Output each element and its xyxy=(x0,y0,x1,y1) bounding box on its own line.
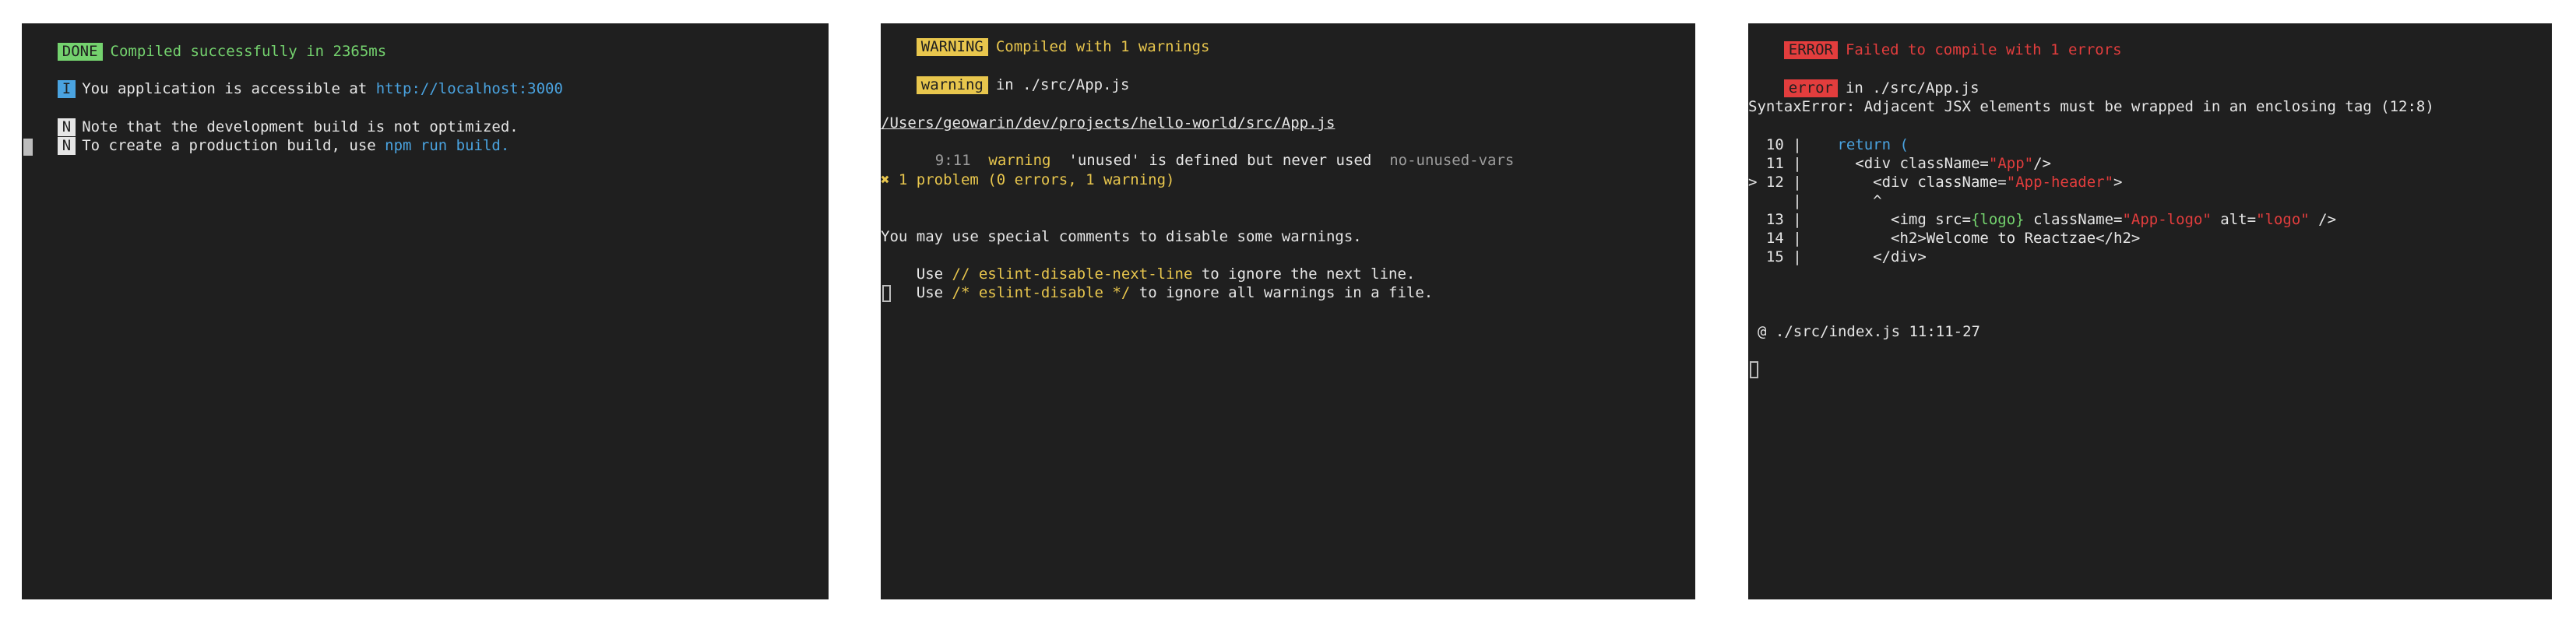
note-text-2-prefix: To create a production build, use xyxy=(82,137,385,154)
code-expression: {logo} xyxy=(1970,211,2025,228)
hint-line-1: You may use special comments to disable … xyxy=(881,228,1362,245)
warning-file-path[interactable]: /Users/geowarin/dev/projects/hello-world… xyxy=(881,114,1335,132)
success-message: Compiled successfully in 2365ms xyxy=(110,43,387,60)
code-text: alt= xyxy=(2211,211,2257,228)
code-string: "App" xyxy=(1988,155,2034,172)
code-text: </div> xyxy=(1873,248,1927,265)
code-string: "App-logo" xyxy=(2122,211,2212,228)
warning-position: 9:11 xyxy=(934,152,971,169)
code-line-11: 11 | <div className="App"/> xyxy=(1748,154,2051,173)
build-command: npm run build xyxy=(385,137,501,154)
code-text: /> xyxy=(2309,211,2337,228)
code-line-15: 15 | </div> xyxy=(1748,248,1927,266)
code-text: <div className= xyxy=(1873,174,2007,191)
error-location: @ ./src/index.js 11:11-27 xyxy=(1758,323,1980,340)
localhost-url-link[interactable]: http://localhost:3000 xyxy=(376,80,563,97)
note-text-2-suffix: . xyxy=(500,137,510,154)
warning-badge: WARNING xyxy=(916,38,988,56)
terminal-error-panel: ERROR Failed to compile with 1 errors err… xyxy=(1748,23,2552,599)
error-caret: ^ xyxy=(1873,192,1882,209)
code-line-12: > 12 | <div className="App-header"> xyxy=(1748,173,2122,192)
note-line-2: N To create a production build, use npm r… xyxy=(22,118,509,174)
disable-file-code: /* eslint-disable */ xyxy=(952,284,1131,301)
line-number: 14 | xyxy=(1748,230,1802,247)
code-text: <h2>Welcome to Reactzae</h2> xyxy=(1891,230,2141,247)
code-text: return ( xyxy=(1837,136,1909,153)
info-badge: I xyxy=(57,80,76,98)
line-number: 10 | xyxy=(1748,136,1802,153)
terminal-warning-panel: WARNING Compiled with 1 warnings warning i… xyxy=(881,23,1695,599)
warning-detail: 'unused' is defined but never used xyxy=(1068,152,1372,169)
code-line-13: 13 | <img src={logo} className="App-logo… xyxy=(1748,210,2336,229)
code-string: "logo" xyxy=(2256,211,2310,228)
error-file-text: in ./src/App.js xyxy=(1845,79,1980,97)
code-text: <img src= xyxy=(1891,211,1971,228)
done-badge: DONE xyxy=(57,43,103,61)
syntax-error-message: SyntaxError: Adjacent JSX elements must … xyxy=(1748,98,2434,115)
terminal-cursor[interactable] xyxy=(1750,361,1758,378)
line-number: 13 | xyxy=(1748,211,1802,228)
note-badge-2: N xyxy=(57,137,76,155)
warning-file-badge: warning xyxy=(916,76,988,94)
warning-file-text: in ./src/App.js xyxy=(995,76,1130,93)
line-number: 11 | xyxy=(1748,155,1802,172)
line-number: > 12 | xyxy=(1748,174,1802,191)
error-message: Failed to compile with 1 errors xyxy=(1845,41,2122,58)
caret-line: | ^ xyxy=(1748,192,1882,210)
error-file-badge: error xyxy=(1783,79,1838,97)
code-string: "App-header" xyxy=(2006,174,2114,191)
terminal-cursor[interactable] xyxy=(882,285,891,302)
terminal-success-panel: DONE Compiled successfully in 2365ms I You… xyxy=(22,23,829,599)
code-text: /> xyxy=(2033,155,2051,172)
line-number: 15 | xyxy=(1748,248,1802,265)
terminal-cursor[interactable] xyxy=(23,139,33,156)
warning-level: warning xyxy=(988,152,1051,169)
warning-file-line: warning in ./src/App.js xyxy=(881,57,1129,113)
code-line-14: 14 | <h2>Welcome to Reactzae</h2> xyxy=(1748,229,2140,248)
warning-message: Compiled with 1 warnings xyxy=(995,38,1210,55)
error-badge: ERROR xyxy=(1783,41,1838,59)
hint-3-prefix: Use xyxy=(916,284,952,301)
code-text: className= xyxy=(2024,211,2123,228)
hint-3-suffix: to ignore all warnings in a file. xyxy=(1130,284,1434,301)
line-number: | xyxy=(1748,192,1802,209)
code-text: > xyxy=(2113,174,2123,191)
code-text: <div className= xyxy=(1855,155,1989,172)
code-line-10: 10 | return ( xyxy=(1748,135,1909,154)
eslint-rule: no-unused-vars xyxy=(1389,152,1515,169)
hint-line-3: Use /* eslint-disable */ to ignore all w… xyxy=(881,265,1433,321)
problem-summary: ✖ 1 problem (0 errors, 1 warning) xyxy=(881,171,1175,188)
info-text: You application is accessible at xyxy=(82,80,376,97)
